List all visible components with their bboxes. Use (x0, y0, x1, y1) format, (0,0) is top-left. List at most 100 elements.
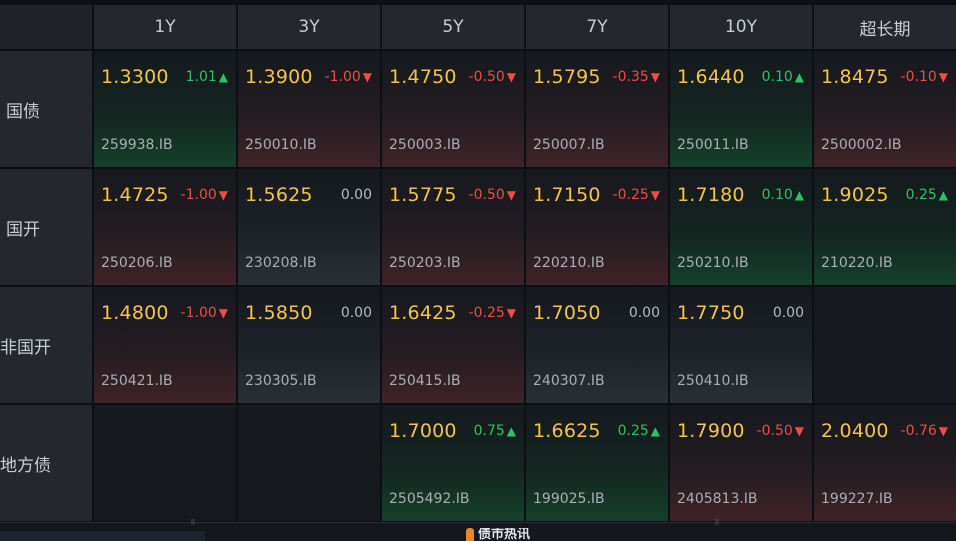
quote-cell[interactable]: 2.0400 -0.76 ▼ 199227.IB (814, 405, 956, 521)
quote-cell[interactable]: 1.5795 -0.35 ▼ 250007.IB (526, 51, 668, 167)
change-text: 0.00 (340, 187, 372, 203)
change-text: 0.10 (761, 69, 793, 85)
quote-cell[interactable]: 1.5775 -0.50 ▼ 250203.IB (382, 169, 524, 285)
quote-cell[interactable]: 1.7180 0.10 ▲ 250210.IB (670, 169, 812, 285)
change-value: 0.10 ▲ (762, 187, 804, 203)
change-text: -1.00 (180, 305, 217, 321)
change-value: 0.00 (341, 187, 372, 203)
yield-value: 1.8475 (821, 66, 889, 88)
yield-value: 1.5850 (245, 302, 313, 324)
arrow-up-icon: ▲ (938, 188, 948, 202)
arrow-down-icon: ▼ (938, 424, 948, 438)
quote-cell[interactable]: 1.7150 -0.25 ▼ 220210.IB (526, 169, 668, 285)
bond-code: 199227.IB (821, 491, 893, 507)
arrow-down-icon: ▼ (218, 306, 228, 320)
quote-cell[interactable]: 1.4725 -1.00 ▼ 250206.IB (94, 169, 236, 285)
bond-code: 250210.IB (677, 255, 749, 271)
bookmark-icon (466, 528, 474, 541)
change-text: 0.25 (905, 187, 937, 203)
arrow-down-icon: ▼ (218, 188, 228, 202)
column-header[interactable]: 1Y (94, 5, 236, 49)
row-header[interactable]: 国债 (0, 51, 92, 167)
column-header[interactable]: 7Y (526, 5, 668, 49)
quote-cell[interactable]: 1.7000 0.75 ▲ 2505492.IB (382, 405, 524, 521)
resize-grip-icon[interactable]: ⠿ (187, 520, 199, 527)
change-text: 0.10 (761, 187, 793, 203)
arrow-up-icon: ▲ (506, 424, 516, 438)
change-value: 0.00 (341, 305, 372, 321)
quote-cell-empty (94, 405, 236, 521)
quote-cell-empty (814, 287, 956, 403)
yield-value: 1.7050 (533, 302, 601, 324)
column-header[interactable]: 5Y (382, 5, 524, 49)
bottom-panel-bar: ⠿ ⠿ 债市热讯 (0, 520, 956, 541)
quote-cell[interactable]: 1.5850 0.00 230305.IB (238, 287, 380, 403)
quote-cell[interactable]: 1.6440 0.10 ▲ 250011.IB (670, 51, 812, 167)
bond-code: 199025.IB (533, 491, 605, 507)
bond-code: 230305.IB (245, 373, 317, 389)
yield-value: 1.7000 (389, 420, 457, 442)
change-value: -0.50 ▼ (469, 187, 516, 203)
row-header[interactable]: 地方债 (0, 405, 92, 521)
quote-cell[interactable]: 1.4800 -1.00 ▼ 250421.IB (94, 287, 236, 403)
quote-cell[interactable]: 1.8475 -0.10 ▼ 2500002.IB (814, 51, 956, 167)
yield-matrix: 1Y 3Y 5Y 7Y 10Y 超长期 国债 1.3300 1.01 ▲ 259938.IB 1.39… (0, 0, 956, 521)
quote-cell[interactable]: 1.9025 0.25 ▲ 210220.IB (814, 169, 956, 285)
change-value: 0.00 (629, 305, 660, 321)
yield-value: 1.3900 (245, 66, 313, 88)
quote-cell[interactable]: 1.4750 -0.50 ▼ 250003.IB (382, 51, 524, 167)
change-value: -0.50 ▼ (757, 423, 804, 439)
change-value: -0.25 ▼ (469, 305, 516, 321)
change-value: -0.50 ▼ (469, 69, 516, 85)
arrow-down-icon: ▼ (506, 306, 516, 320)
quote-cell-empty (238, 405, 380, 521)
change-value: -1.00 ▼ (325, 69, 372, 85)
resize-grip-icon[interactable]: ⠿ (711, 520, 723, 527)
change-value: -1.00 ▼ (181, 187, 228, 203)
column-header[interactable]: 超长期 (814, 5, 956, 49)
arrow-down-icon: ▼ (938, 70, 948, 84)
arrow-down-icon: ▼ (362, 70, 372, 84)
yield-value: 1.7750 (677, 302, 745, 324)
bond-code: 250007.IB (533, 137, 605, 153)
quote-cell[interactable]: 1.6625 0.25 ▲ 199025.IB (526, 405, 668, 521)
yield-value: 1.5795 (533, 66, 601, 88)
yield-value: 1.7150 (533, 184, 601, 206)
bond-code: 240307.IB (533, 373, 605, 389)
bond-code: 259938.IB (101, 137, 173, 153)
bottom-panel-title[interactable]: 债市热讯 (466, 528, 530, 541)
row-header[interactable]: 国开 (0, 169, 92, 285)
bond-code: 250410.IB (677, 373, 749, 389)
change-value: 0.25 ▲ (618, 423, 660, 439)
bond-code: 250421.IB (101, 373, 173, 389)
arrow-down-icon: ▼ (794, 424, 804, 438)
bottom-panel-title-label: 债市热讯 (478, 528, 531, 541)
change-value: -0.35 ▼ (613, 69, 660, 85)
quote-cell[interactable]: 1.6425 -0.25 ▼ 250415.IB (382, 287, 524, 403)
column-header[interactable]: 10Y (670, 5, 812, 49)
arrow-up-icon: ▲ (650, 424, 660, 438)
row-header[interactable]: 非国开 (0, 287, 92, 403)
header-corner (0, 5, 92, 49)
bond-code: 250011.IB (677, 137, 749, 153)
arrow-down-icon: ▼ (650, 188, 660, 202)
change-text: -0.76 (900, 423, 937, 439)
arrow-up-icon: ▲ (794, 70, 804, 84)
change-value: 0.00 (773, 305, 804, 321)
arrow-down-icon: ▼ (650, 70, 660, 84)
change-text: -0.50 (756, 423, 793, 439)
quote-cell[interactable]: 1.7050 0.00 240307.IB (526, 287, 668, 403)
arrow-up-icon: ▲ (218, 70, 228, 84)
quote-cell[interactable]: 1.3900 -1.00 ▼ 250010.IB (238, 51, 380, 167)
yield-value: 1.5775 (389, 184, 457, 206)
yield-value: 1.5625 (245, 184, 313, 206)
quote-cell[interactable]: 1.7900 -0.50 ▼ 2405813.IB (670, 405, 812, 521)
change-text: 0.00 (628, 305, 660, 321)
quote-cell[interactable]: 1.7750 0.00 250410.IB (670, 287, 812, 403)
change-text: 1.01 (185, 69, 217, 85)
bond-code: 220210.IB (533, 255, 605, 271)
quote-cell[interactable]: 1.3300 1.01 ▲ 259938.IB (94, 51, 236, 167)
column-header[interactable]: 3Y (238, 5, 380, 49)
yield-value: 1.9025 (821, 184, 889, 206)
quote-cell[interactable]: 1.5625 0.00 230208.IB (238, 169, 380, 285)
